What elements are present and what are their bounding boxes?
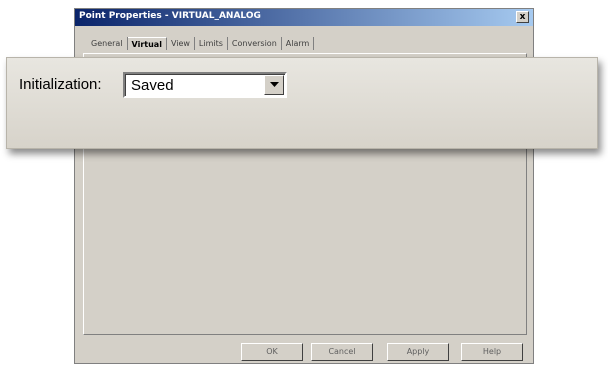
tab-view[interactable]: View <box>167 37 195 50</box>
initialization-value: Saved <box>131 77 174 94</box>
zoomed-callout: Initialization: Saved <box>6 57 598 149</box>
tab-virtual[interactable]: Virtual <box>127 37 167 50</box>
initialization-label: Initialization: <box>19 76 102 93</box>
chevron-down-icon <box>270 82 279 87</box>
tab-strip: General Virtual View Limits Conversion A… <box>87 37 315 53</box>
apply-button[interactable]: Apply <box>387 343 449 361</box>
button-row: OK Cancel Apply Help <box>75 343 533 363</box>
window-title: Point Properties - VIRTUAL_ANALOG <box>79 11 261 21</box>
initialization-select[interactable]: Saved <box>123 72 287 98</box>
cancel-button[interactable]: Cancel <box>311 343 373 361</box>
close-button[interactable]: x <box>516 11 529 23</box>
title-bar[interactable]: Point Properties - VIRTUAL_ANALOG x <box>75 9 533 26</box>
tab-alarm[interactable]: Alarm <box>282 37 315 50</box>
ok-button[interactable]: OK <box>241 343 303 361</box>
help-button[interactable]: Help <box>461 343 523 361</box>
dropdown-arrow-button[interactable] <box>264 75 284 95</box>
tab-limits[interactable]: Limits <box>195 37 228 50</box>
tab-general[interactable]: General <box>87 37 128 50</box>
tab-conversion[interactable]: Conversion <box>228 37 282 50</box>
